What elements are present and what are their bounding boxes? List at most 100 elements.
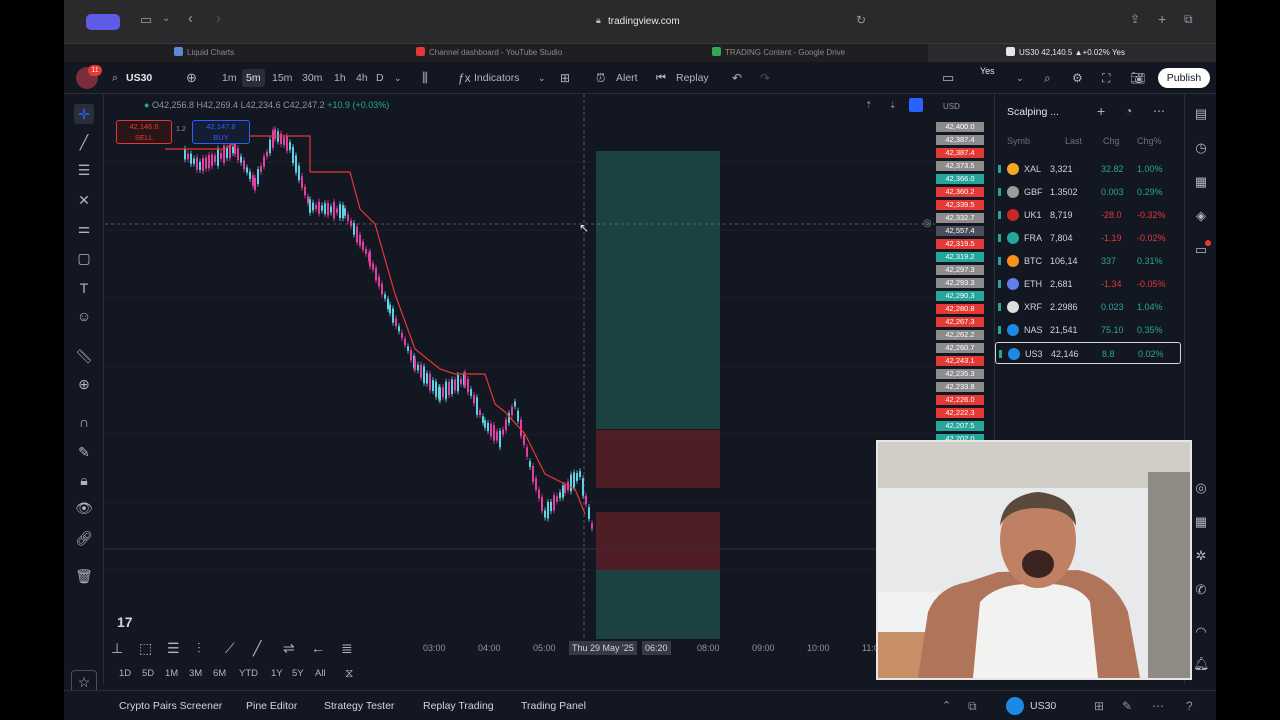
watchlist-row[interactable]: XAL 3,321 32.82 1.00%	[995, 158, 1181, 180]
watchlist-row[interactable]: UK1 8,719 -28.0 -0.32%	[995, 204, 1181, 226]
advanced-view-icon[interactable]: ◔	[1125, 104, 1132, 118]
layers-icon[interactable]: ◈	[1193, 208, 1209, 224]
forward-icon[interactable]: ›	[216, 10, 221, 27]
watchlist-icon[interactable]: ▤	[1193, 106, 1209, 122]
rectangle-icon[interactable]: ⬚	[139, 640, 152, 657]
symbol-search[interactable]: US30	[126, 62, 152, 94]
trend-line-icon[interactable]: ⟋	[225, 640, 235, 657]
grid-icon[interactable]: ⊞	[1094, 691, 1104, 720]
lock-drawing-icon[interactable]: ✎	[74, 442, 94, 462]
reload-icon[interactable]: ↻	[856, 13, 866, 27]
interval-30m[interactable]: 30m	[302, 62, 322, 94]
tab-crypto-screener[interactable]: Crypto Pairs Screener	[119, 691, 222, 720]
crosshair-icon[interactable]: ⊥	[111, 640, 123, 657]
rectangle-icon[interactable]: ▢	[74, 248, 94, 268]
share-icon[interactable]: ⇪	[1130, 12, 1140, 26]
sidebar-toggle-icon[interactable]: ▭	[140, 12, 152, 28]
layouts-icon[interactable]: ⊞	[560, 62, 570, 94]
range-3m[interactable]: 3M	[189, 668, 202, 679]
zoom-icon[interactable]: ⊕	[74, 374, 94, 394]
range-1d[interactable]: 1D	[119, 668, 131, 679]
price-scale[interactable]: USD 42,400.0 42,387.4 42,387.4 42,373.5 42,3…	[935, 94, 989, 444]
url-field[interactable]: tradingview.com	[608, 16, 680, 27]
more-icon[interactable]: ⋯	[1153, 104, 1165, 118]
layout-icon[interactable]: ▭	[942, 62, 954, 94]
browser-tab[interactable]: TRADING Content - Google Drive	[712, 44, 845, 62]
collapse-icon[interactable]: ⌃	[942, 691, 951, 720]
camera-icon[interactable]: 📷︎	[1130, 62, 1145, 94]
chevron-down-icon[interactable]: ⌄	[162, 13, 170, 24]
browser-profile-button[interactable]	[86, 14, 120, 30]
interval-1m[interactable]: 1m	[222, 62, 237, 94]
calendar-icon[interactable]: ▦	[1193, 514, 1209, 530]
maximize-icon[interactable]: ⧉	[968, 691, 977, 720]
chart-pane[interactable]: ↖ ⇡ ⇣ ◎ 17	[105, 94, 935, 639]
col-chg-pct[interactable]: Chg%	[1137, 136, 1162, 146]
date-range-icon[interactable]: ⧖	[345, 666, 353, 681]
new-tab-icon[interactable]: +	[1158, 11, 1166, 27]
chevron-down-icon[interactable]: ⌄	[394, 62, 402, 94]
ray-icon[interactable]: ╱	[253, 640, 261, 657]
undo-icon[interactable]: ↶	[732, 62, 742, 94]
back-icon[interactable]: ‹	[188, 10, 193, 27]
tab-overview-icon[interactable]: ⧉	[1184, 12, 1193, 27]
publish-button[interactable]: Publish	[1158, 68, 1210, 88]
clock-icon[interactable]: ◷	[1193, 140, 1209, 156]
arrow-up-icon[interactable]: ⇡	[865, 100, 873, 111]
sell-button[interactable]: 42,146.6 SELL	[116, 120, 172, 144]
interval-4h[interactable]: 4h	[356, 62, 368, 94]
fullscreen-icon[interactable]: ⛶	[1102, 62, 1110, 94]
horizontal-lines-icon[interactable]: ⇌	[283, 640, 295, 657]
interval-1h[interactable]: 1h	[334, 62, 346, 94]
candles-icon[interactable]: ⫼	[422, 62, 428, 94]
bell-icon[interactable]: 🔔︎	[1193, 656, 1210, 672]
interval-5m[interactable]: 5m	[242, 69, 265, 87]
search-icon[interactable]: ⌕	[112, 62, 118, 94]
range-5y[interactable]: 5Y	[292, 668, 304, 679]
price-chart[interactable]: ↖	[105, 94, 935, 639]
lock-icon[interactable]: 🔒︎	[74, 470, 94, 490]
calendar-icon[interactable]: ▦	[1193, 174, 1209, 190]
range-ytd[interactable]: YTD	[239, 668, 258, 679]
compare-add-icon[interactable]: ⊕	[186, 62, 197, 94]
alert-button[interactable]: Alert	[616, 62, 638, 94]
link-icon[interactable]: 🔗︎	[74, 528, 94, 548]
target-icon[interactable]: ◎	[1193, 480, 1209, 496]
help-icon[interactable]: ?	[1186, 691, 1193, 720]
watchlist-row[interactable]: US3 42,146 8.8 0.02%	[995, 342, 1181, 364]
long-position-icon[interactable]: ☰	[167, 640, 180, 657]
col-last[interactable]: Last	[1065, 136, 1082, 146]
watchlist-row[interactable]: XRF 2.2986 0.023 1.04%	[995, 296, 1181, 318]
ruler-icon[interactable]: 📏︎	[74, 346, 94, 366]
emoji-icon[interactable]: ☺	[74, 306, 94, 326]
tab-trading-panel[interactable]: Trading Panel	[521, 691, 586, 720]
replay-button[interactable]: Replay	[676, 62, 709, 94]
arrow-left-icon[interactable]: ←	[311, 640, 325, 656]
account-selector[interactable]: Yes	[980, 64, 995, 96]
tab-strategy-tester[interactable]: Strategy Tester	[324, 691, 394, 720]
watchlist-row[interactable]: GBF 1.3502 0.003 0.29%	[995, 181, 1181, 203]
trash-icon[interactable]: 🗑︎	[74, 566, 94, 586]
phone-icon[interactable]: ✆	[1193, 582, 1209, 598]
arrow-down-icon[interactable]: ⇣	[889, 100, 897, 111]
settings-circle-icon[interactable]: ◎	[923, 218, 932, 229]
browser-tab[interactable]: Liquid Charts	[174, 44, 234, 62]
list-icon[interactable]: ≣	[341, 640, 353, 657]
interval-d[interactable]: D	[376, 62, 384, 94]
eye-icon[interactable]: 👁︎	[74, 498, 94, 518]
text-icon[interactable]: T	[74, 278, 94, 298]
more-icon[interactable]: ⋯	[1152, 691, 1164, 720]
range-1y[interactable]: 1Y	[271, 668, 283, 679]
quick-search-icon[interactable]: ⌕	[1044, 62, 1051, 94]
scale-mode-button[interactable]	[909, 98, 923, 112]
range-6m[interactable]: 6M	[213, 668, 226, 679]
bottom-symbol[interactable]: US30	[1030, 691, 1056, 720]
range-1m[interactable]: 1M	[165, 668, 178, 679]
tab-pine-editor[interactable]: Pine Editor	[246, 691, 297, 720]
crosshair-icon[interactable]: ✛	[74, 104, 94, 124]
signal-icon[interactable]: ◠	[1193, 624, 1209, 640]
interval-15m[interactable]: 15m	[272, 62, 292, 94]
chevron-down-icon[interactable]: ⌄	[538, 62, 546, 94]
add-symbol-icon[interactable]: +	[1097, 103, 1105, 119]
forecast-icon[interactable]: ⚌	[74, 218, 94, 238]
